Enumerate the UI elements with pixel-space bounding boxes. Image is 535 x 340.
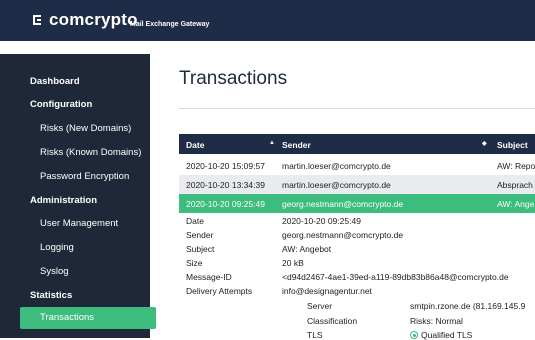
sidebar-item-syslog[interactable]: Syslog <box>40 266 69 277</box>
attempt-label-server: Server <box>307 301 333 311</box>
attempt-value-classification: Risks: Normal <box>410 316 463 326</box>
app-subtitle: Mail Exchange Gateway <box>130 21 210 28</box>
detail-value-size: 20 kB <box>282 258 304 268</box>
detail-label-size: Size <box>186 258 203 268</box>
table-header: Date ▲ Sender ◆ Subject <box>179 134 535 154</box>
table-row[interactable]: 2020-10-20 15:09:57 martin.loeser@comcry… <box>179 156 535 175</box>
attempt-value-server: smtpin.rzone.de (81.169.145.9 <box>410 301 526 311</box>
sidebar-heading-configuration: Configuration <box>30 99 93 110</box>
detail-label-sender: Sender <box>186 230 214 240</box>
column-header-date[interactable]: Date <box>186 140 204 150</box>
attempt-value-tls: Qualified TLS <box>421 330 473 340</box>
cell-subject: AW: Ange <box>497 199 535 209</box>
top-spacer <box>0 41 535 54</box>
detail-value-date: 2020-10-20 09:25:49 <box>282 216 361 226</box>
table-row-selected[interactable]: 2020-10-20 09:25:49 georg.nestmann@comcr… <box>179 194 535 213</box>
detail-value-message-id: <d94d2467-4ae1-39ed-a119-89db83b86a48@co… <box>282 272 509 282</box>
detail-label-message-id: Message-ID <box>186 272 232 282</box>
cell-sender: martin.loeser@comcrypto.de <box>282 161 391 171</box>
sidebar-item-label: Transactions <box>40 312 95 323</box>
column-header-sender[interactable]: Sender <box>282 140 311 150</box>
detail-label-date: Date <box>186 216 204 226</box>
brand-name: comcrypto <box>49 10 138 29</box>
sidebar-heading-administration: Administration <box>30 195 98 206</box>
sidebar-heading-statistics: Statistics <box>30 290 73 301</box>
comcrypto-logo-icon <box>33 15 41 25</box>
cell-subject: Absprach <box>497 180 533 190</box>
cell-sender: martin.loeser@comcrypto.de <box>282 180 391 190</box>
detail-value-subject: AW: Angebot <box>282 244 332 254</box>
divider <box>179 108 535 109</box>
detail-value-sender: georg.nestmann@comcrypto.de <box>282 230 404 240</box>
sidebar-item-user-management[interactable]: User Management <box>40 218 118 229</box>
detail-value-delivery-attempts: info@designagentur.net <box>282 286 372 296</box>
attempt-label-tls: TLS <box>307 330 323 340</box>
sidebar-item-logging[interactable]: Logging <box>40 242 74 253</box>
sidebar-item-transactions[interactable]: Transactions <box>20 307 156 329</box>
cell-sender: georg.nestmann@comcrypto.de <box>282 199 404 209</box>
detail-label-subject: Subject <box>186 244 215 254</box>
attempt-label-classification: Classification <box>307 316 358 326</box>
sort-icon[interactable]: ◆ <box>482 140 487 147</box>
column-header-subject[interactable]: Subject <box>497 140 528 150</box>
detail-label-delivery-attempts: Delivery Attempts <box>186 286 253 296</box>
sidebar-item-dashboard[interactable]: Dashboard <box>30 76 80 87</box>
cell-subject: AW: Repo <box>497 161 535 171</box>
sidebar: Dashboard Configuration Risks (New Domai… <box>0 54 156 338</box>
top-bar: comcrypto Mail Exchange Gateway <box>0 0 535 41</box>
sort-asc-icon[interactable]: ▲ <box>269 140 275 146</box>
cell-date: 2020-10-20 13:34:39 <box>186 180 265 190</box>
page-title: Transactions <box>179 68 288 89</box>
cell-date: 2020-10-20 15:09:57 <box>186 161 265 171</box>
sidebar-item-risks-known-domains[interactable]: Risks (Known Domains) <box>40 147 141 158</box>
table-row[interactable]: 2020-10-20 13:34:39 martin.loeser@comcry… <box>179 175 535 194</box>
sidebar-item-password-encryption[interactable]: Password Encryption <box>40 171 129 182</box>
sidebar-item-risks-new-domains[interactable]: Risks (New Domains) <box>40 123 131 134</box>
cell-date: 2020-10-20 09:25:49 <box>186 199 265 209</box>
